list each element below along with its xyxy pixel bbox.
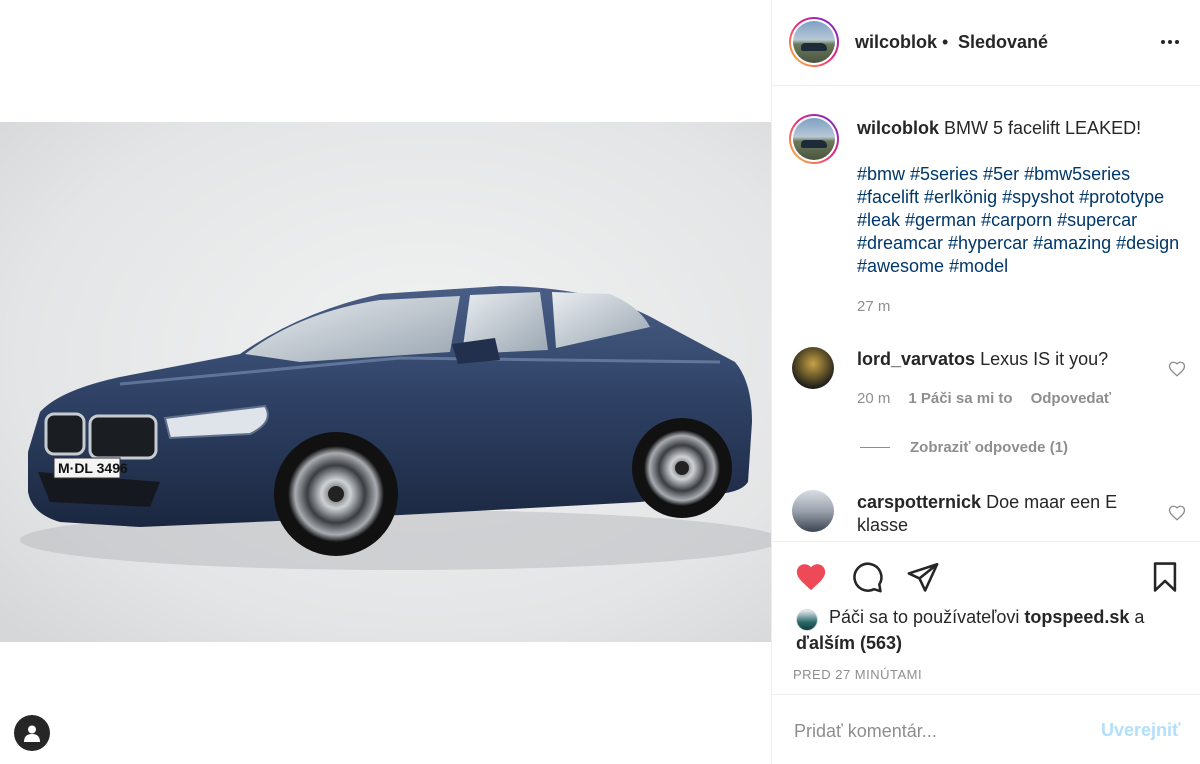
- user-profile-icon: [24, 725, 40, 742]
- post-side-panel: wilcoblok • Sledované wilcoblok BMW 5 fa…: [771, 0, 1200, 764]
- post-caption: wilcoblok BMW 5 facelift LEAKED!: [857, 117, 1197, 140]
- likes-others-count[interactable]: ďalším (563): [796, 633, 902, 653]
- post-comment-button[interactable]: Uverejniť: [1101, 720, 1181, 741]
- post-timestamp[interactable]: PRED 27 MINÚTAMI: [793, 667, 922, 682]
- car-photo-illustration: M·DL 3496: [0, 122, 771, 642]
- likes-joiner: a: [1129, 607, 1145, 627]
- comment-bubble-icon[interactable]: [850, 560, 884, 594]
- reply-button[interactable]: Odpovedať: [1031, 390, 1112, 407]
- follow-status-button[interactable]: Sledované: [958, 32, 1048, 53]
- commenter-username[interactable]: carspotternick: [857, 492, 981, 512]
- commenter-username[interactable]: lord_varvatos: [857, 349, 975, 369]
- comment-like-heart-icon[interactable]: [1168, 504, 1186, 522]
- comment-meta: 20 m 1 Páči sa mi to Odpovedať: [857, 390, 1111, 407]
- comment-item: carspotternick Doe maar een E klasse: [857, 491, 1147, 537]
- commenter-avatar[interactable]: [792, 490, 834, 532]
- paper-plane-icon[interactable]: [906, 560, 940, 594]
- replies-line: [860, 447, 890, 448]
- comment-input[interactable]: [794, 718, 1094, 744]
- likes-summary: Páči sa to používateľovi topspeed.sk a ď…: [796, 604, 1186, 656]
- instagram-post-modal: M·DL 3496 wilcoblok • Sledované wilcoblo…: [0, 0, 1200, 764]
- author-avatar[interactable]: [789, 17, 839, 67]
- add-comment-bar: Uverejniť: [772, 696, 1200, 764]
- likes-prefix: Páči sa to používateľovi: [829, 607, 1025, 627]
- caption-text: BMW 5 facelift LEAKED!: [939, 118, 1142, 138]
- post-photo[interactable]: M·DL 3496: [0, 122, 771, 642]
- post-header: wilcoblok • Sledované: [772, 0, 1200, 86]
- comment-text: Lexus IS it you?: [975, 349, 1109, 369]
- caption-author-avatar[interactable]: [789, 114, 839, 164]
- comment-likes-count[interactable]: 1 Páči sa mi to: [908, 390, 1012, 407]
- comment-timestamp[interactable]: 20 m: [857, 390, 890, 407]
- license-plate: M·DL 3496: [58, 460, 128, 476]
- comments-list[interactable]: wilcoblok BMW 5 facelift LEAKED! #bmw #5…: [772, 87, 1200, 541]
- caption-timestamp[interactable]: 27 m: [857, 298, 890, 315]
- heart-filled-icon[interactable]: [794, 560, 828, 594]
- author-username[interactable]: wilcoblok: [855, 32, 937, 53]
- post-actions: Páči sa to používateľovi topspeed.sk a ď…: [772, 541, 1200, 695]
- liker-username[interactable]: topspeed.sk: [1024, 607, 1129, 627]
- caption-hashtags[interactable]: #bmw #5series #5er #bmw5series #facelift…: [857, 163, 1197, 278]
- view-replies-button[interactable]: Zobraziť odpovede (1): [860, 439, 1068, 456]
- bookmark-icon[interactable]: [1148, 560, 1182, 594]
- view-replies-label: Zobraziť odpovede (1): [910, 439, 1069, 456]
- caption-username[interactable]: wilcoblok: [857, 118, 939, 138]
- post-media-area: M·DL 3496: [0, 0, 771, 764]
- commenter-avatar[interactable]: [792, 347, 834, 389]
- header-separator: •: [942, 32, 949, 52]
- profile-button[interactable]: [14, 715, 50, 751]
- comment-like-heart-icon[interactable]: [1168, 360, 1186, 378]
- comment-item: lord_varvatos Lexus IS it you?: [857, 348, 1157, 371]
- more-options-icon[interactable]: [1156, 30, 1184, 54]
